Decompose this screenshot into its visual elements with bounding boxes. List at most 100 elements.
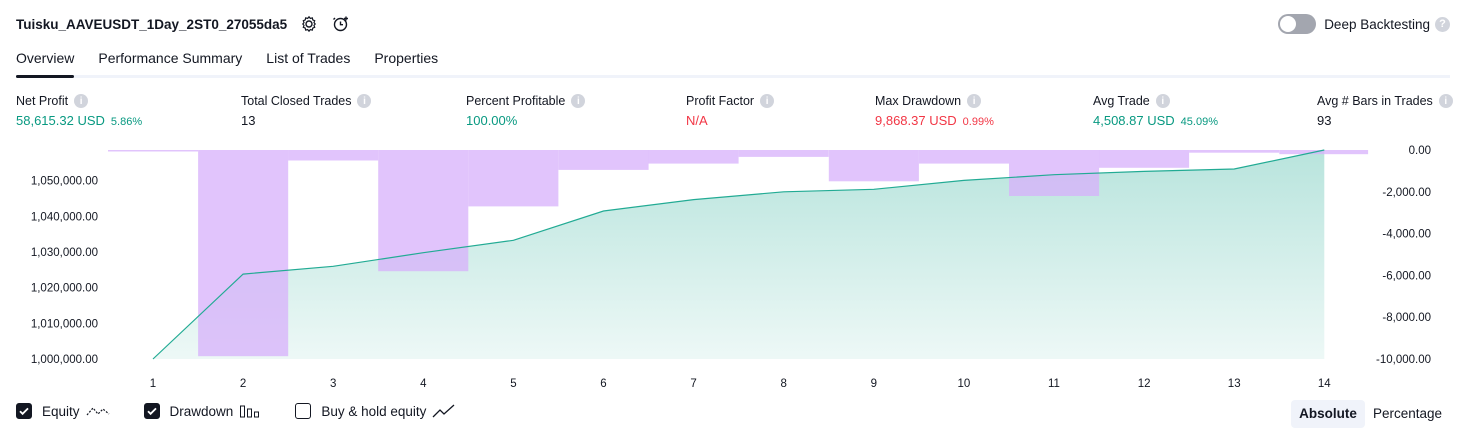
drawdown-bar (1189, 150, 1280, 153)
x-axis-tick: 6 (600, 378, 606, 390)
info-icon[interactable]: i (571, 94, 586, 108)
legend-drawdown[interactable]: Drawdown (143, 403, 262, 419)
right-axis-tick: 0.00 (1409, 145, 1431, 157)
drawdown-bar (108, 150, 199, 152)
x-axis-tick: 4 (420, 378, 427, 390)
metric-profit-factor: Profit Factor i N/A (686, 94, 775, 128)
left-axis-tick: 1,040,000.00 (31, 211, 98, 223)
x-axis-tick: 13 (1228, 378, 1241, 390)
x-axis-tick: 7 (690, 378, 696, 390)
right-axis-tick: -2,000.00 (1382, 187, 1431, 199)
metric-value: N/A (686, 113, 708, 128)
tab-performance-summary[interactable]: Performance Summary (98, 44, 242, 75)
left-axis-tick: 1,050,000.00 (31, 176, 98, 188)
equity-label: Equity (42, 403, 80, 419)
metric-net-profit: Net Profit i 58,615.32 USD 5.86% (16, 94, 142, 128)
drawdown-checkbox[interactable] (143, 403, 160, 419)
value-mode-switch: Absolute Percentage (1291, 400, 1450, 428)
x-axis-tick: 2 (240, 378, 246, 390)
drawdown-bar (288, 150, 379, 161)
info-icon[interactable]: i (967, 94, 982, 108)
x-axis-tick: 14 (1318, 378, 1331, 390)
drawdown-bar (828, 150, 919, 182)
legend-buy-hold[interactable]: Buy & hold equity (295, 403, 456, 419)
deep-backtesting-control: Deep Backtesting ? (1278, 14, 1450, 34)
metric-percent: 5.86% (110, 116, 143, 128)
x-axis-tick: 3 (330, 378, 336, 390)
x-axis-tick: 12 (1138, 378, 1151, 390)
metric-percent: 45.09% (1180, 116, 1218, 128)
tab-list-of-trades[interactable]: List of Trades (266, 44, 350, 75)
toggle-knob (1280, 16, 1297, 32)
right-axis-tick: -6,000.00 (1382, 270, 1431, 282)
metric-max-drawdown: Max Drawdown i 9,868.37 USD 0.99% (875, 94, 994, 128)
tab-properties[interactable]: Properties (374, 44, 438, 75)
x-axis-tick: 9 (871, 378, 877, 390)
absolute-button[interactable]: Absolute (1291, 400, 1365, 428)
metric-label: Net Profit (16, 94, 69, 108)
left-axis-tick: 1,000,000.00 (31, 354, 98, 366)
drawdown-bar (918, 150, 1009, 164)
metric-label: Percent Profitable (466, 94, 566, 108)
legend-equity[interactable]: Equity (16, 403, 110, 419)
add-alert-icon[interactable] (331, 14, 351, 34)
drawdown-bar (558, 150, 649, 170)
tab-overview[interactable]: Overview (16, 44, 75, 78)
strategy-title: Tuisku_AAVEUSDT_1Day_2ST0_27055da5 (16, 16, 288, 32)
metric-label: Profit Factor (686, 94, 755, 108)
metric-percent-profitable: Percent Profitable i 100.00% (466, 94, 586, 128)
x-axis-tick: 5 (510, 378, 516, 390)
drawdown-bar (198, 150, 289, 357)
metric-label: Total Closed Trades (241, 94, 352, 108)
x-axis-tick: 8 (780, 378, 786, 390)
metric-value: 9,868.37 USD (875, 113, 957, 128)
info-icon[interactable]: i (1438, 94, 1453, 108)
percentage-button[interactable]: Percentage (1365, 400, 1450, 428)
info-icon[interactable]: i (1155, 94, 1170, 108)
deep-backtesting-label: Deep Backtesting (1324, 16, 1430, 32)
metric-label: Avg Trade (1093, 94, 1150, 108)
left-axis-tick: 1,030,000.00 (31, 247, 98, 259)
tab-bar: Overview Performance Summary List of Tra… (16, 44, 1450, 78)
right-axis-tick: -8,000.00 (1382, 312, 1431, 324)
deep-backtesting-toggle[interactable] (1278, 14, 1317, 34)
metric-avg-bars: Avg # Bars in Trades i 93 (1317, 94, 1453, 128)
metric-value: 93 (1317, 113, 1332, 128)
buy-hold-line-icon (432, 403, 456, 419)
x-axis-tick: 10 (958, 378, 971, 390)
equity-line-icon (86, 403, 110, 419)
buy-hold-label: Buy & hold equity (321, 403, 427, 419)
metric-label: Avg # Bars in Trades (1317, 94, 1433, 108)
x-axis-tick: 11 (1048, 378, 1060, 390)
metric-value: 13 (241, 113, 256, 128)
info-icon[interactable]: i (760, 94, 775, 108)
info-icon[interactable]: i (74, 94, 89, 108)
right-axis-tick: -10,000.00 (1376, 354, 1431, 366)
drawdown-bar (648, 150, 739, 164)
x-axis-tick: 1 (150, 378, 156, 390)
strategy-header: Tuisku_AAVEUSDT_1Day_2ST0_27055da5 (16, 12, 351, 36)
drawdown-bars-icon (239, 403, 261, 419)
metric-value: 58,615.32 USD (16, 113, 105, 128)
metric-avg-trade: Avg Trade i 4,508.87 USD 45.09% (1093, 94, 1218, 128)
help-icon[interactable]: ? (1435, 16, 1450, 32)
left-axis-tick: 1,010,000.00 (31, 318, 98, 330)
metric-value: 100.00% (466, 113, 518, 128)
info-icon[interactable]: i (357, 94, 372, 108)
equity-drawdown-chart: 1,000,000.00 1,010,000.00 1,020,000.00 1,03… (31, 145, 1431, 390)
equity-area (153, 150, 1325, 359)
drawdown-bar (1099, 150, 1190, 168)
drawdown-label: Drawdown (169, 403, 234, 419)
right-axis-tick: -4,000.00 (1382, 229, 1431, 241)
buy-hold-checkbox[interactable] (295, 403, 312, 419)
left-axis-tick: 1,020,000.00 (31, 283, 98, 295)
drawdown-bar (468, 150, 559, 207)
metric-percent: 0.99% (962, 116, 994, 128)
metric-value: 4,508.87 USD (1093, 113, 1175, 128)
equity-checkbox[interactable] (16, 403, 32, 419)
settings-icon[interactable] (299, 14, 319, 34)
drawdown-bar (738, 150, 829, 157)
chart-legend: Equity Drawdown Buy & hold equity (16, 403, 490, 419)
metric-total-closed-trades: Total Closed Trades i 13 (241, 94, 372, 128)
metric-label: Max Drawdown (875, 94, 962, 108)
